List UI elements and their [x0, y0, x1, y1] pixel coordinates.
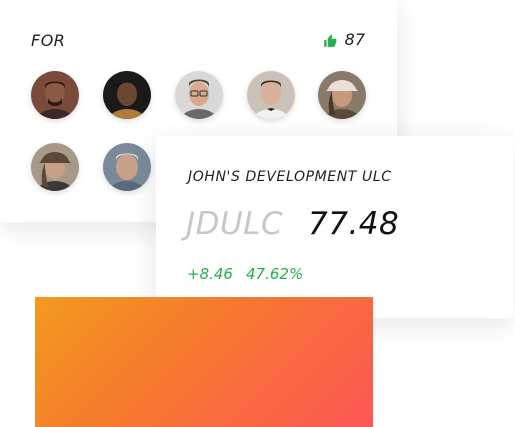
for-count-value: 87	[344, 30, 365, 49]
gradient-panel	[35, 297, 373, 427]
price-change-absolute: +8.46	[187, 265, 233, 283]
avatar[interactable]	[318, 71, 366, 119]
thumbs-up-icon	[323, 33, 337, 47]
stock-price: 77.48	[308, 206, 400, 242]
stage: FOR 87 JOHN'S DEVELOPMENT ULC JDULC 77.4…	[0, 0, 515, 427]
for-count[interactable]: 87	[323, 30, 365, 49]
avatar[interactable]	[103, 71, 151, 119]
price-change-percent: 47.62%	[246, 265, 304, 283]
stock-card[interactable]: JOHN'S DEVELOPMENT ULC JDULC 77.48 +8.46…	[156, 136, 514, 318]
for-title: FOR	[31, 31, 66, 50]
avatar[interactable]	[103, 143, 151, 191]
company-name: JOHN'S DEVELOPMENT ULC	[188, 169, 392, 185]
avatar[interactable]	[175, 71, 223, 119]
avatar[interactable]	[247, 71, 295, 119]
avatar[interactable]	[31, 143, 79, 191]
avatar[interactable]	[31, 71, 79, 119]
ticker-symbol: JDULC	[186, 206, 284, 242]
